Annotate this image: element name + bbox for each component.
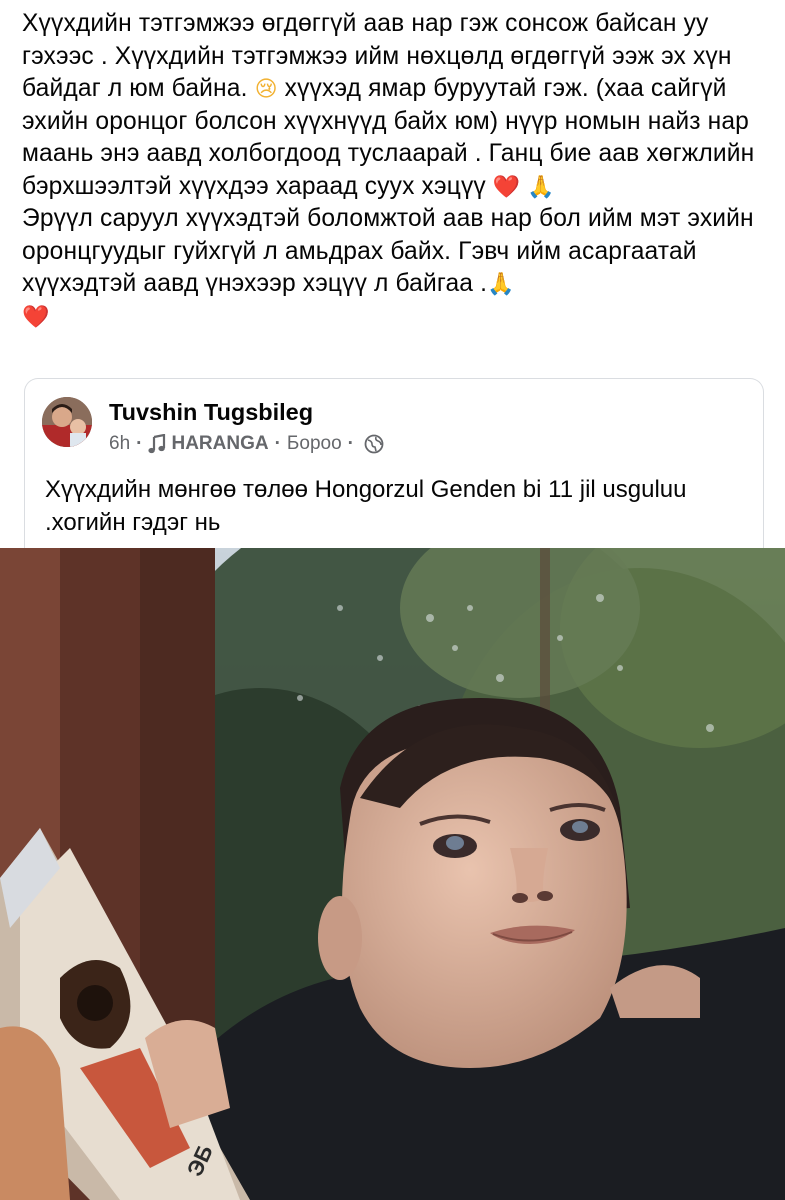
post-text-part-3: Эрүүл саруул хүүхэдтэй боломжтой аав нар… (22, 205, 754, 297)
post-time[interactable]: 6h (109, 433, 130, 455)
meta-separator: · (136, 433, 143, 454)
shared-post-text: Хүүхдийн мөнгөө төлөө Hongorzul Genden b… (45, 476, 687, 536)
facebook-post: Хүүхдийн тэтгэмжээ өгдөггүй аав нар гэж … (0, 0, 785, 1200)
music-note-icon (148, 433, 166, 454)
red-heart-emoji-2: ❤️ (22, 303, 50, 329)
post-meta: 6h · HARANGA · Бороо · (109, 433, 384, 455)
author-name[interactable]: Tuvshin Tugsbileg (109, 399, 313, 426)
group-name[interactable]: HARANGA (171, 433, 268, 455)
red-heart-emoji: ❤️ (492, 173, 521, 199)
meta-separator-3: · (347, 433, 354, 454)
folded-hands-emoji-2: 🙏 (487, 271, 515, 296)
globe-icon (364, 434, 384, 454)
post-location[interactable]: Бороо (287, 433, 342, 455)
meta-separator-2: · (274, 433, 281, 454)
folded-hands-emoji: 🙏 (527, 173, 555, 199)
crying-face-emoji: 😢 (254, 76, 278, 101)
shared-post-card[interactable]: Tuvshin Tugsbileg 6h · HARANGA · Бороо · (24, 378, 764, 569)
author-avatar[interactable] (42, 397, 92, 447)
post-body: Хүүхдийн тэтгэмжээ өгдөггүй аав нар гэж … (22, 8, 767, 333)
post-photo[interactable]: ЭБ (0, 548, 785, 1200)
